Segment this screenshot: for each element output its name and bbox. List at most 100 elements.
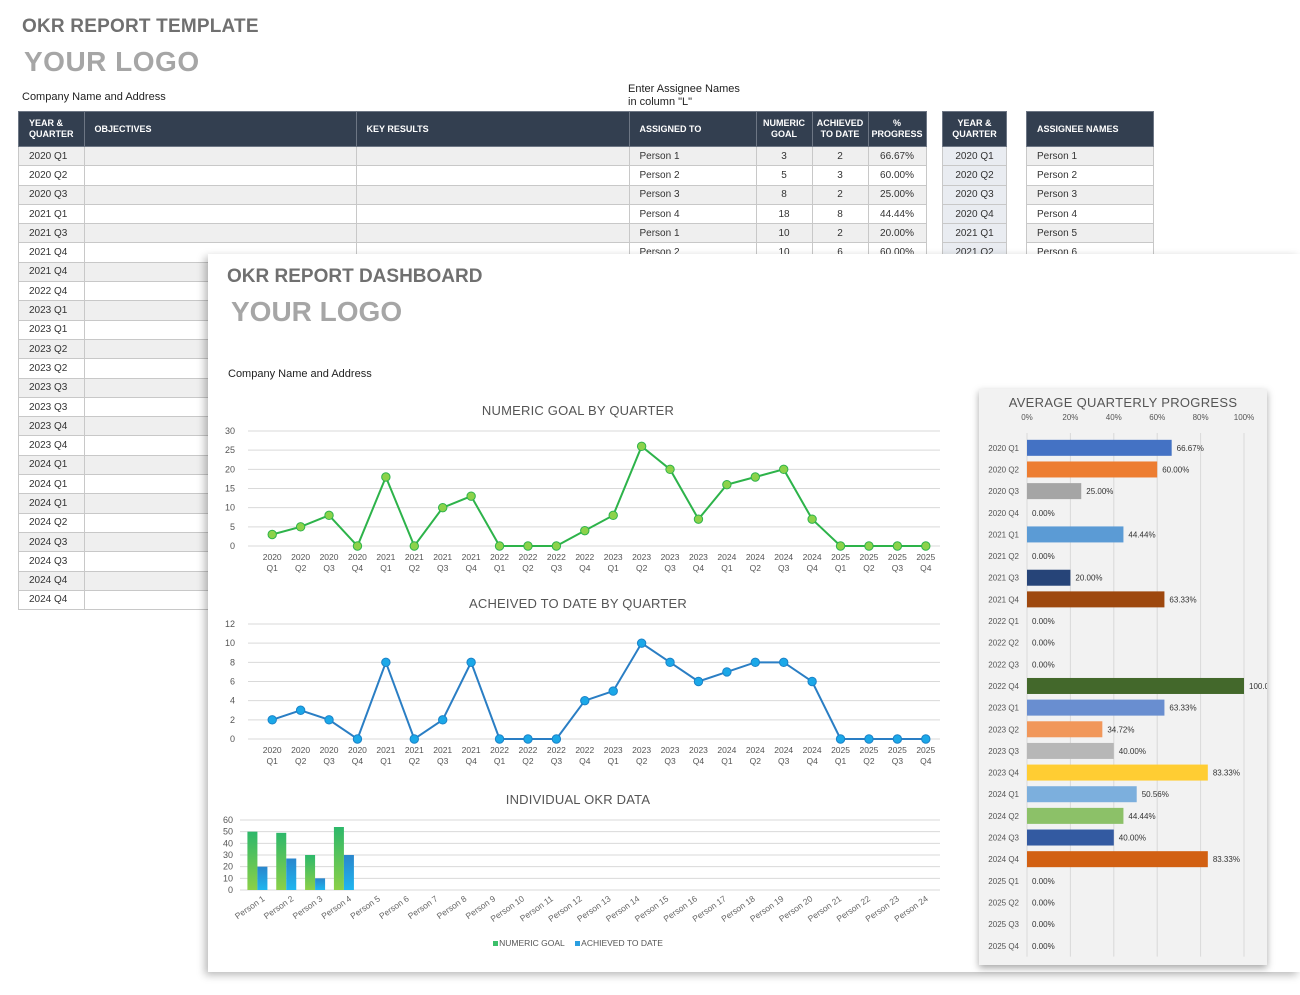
cell-objective[interactable]	[83, 184, 357, 205]
data-point	[324, 510, 334, 521]
cell-assigned-to[interactable]: Person 4	[628, 203, 757, 225]
cell-key-result[interactable]	[355, 145, 630, 167]
cell-year-quarter[interactable]: 2023 Q3	[18, 396, 85, 418]
assignee-note-line2: in column "L"	[628, 96, 693, 108]
cell-year-quarter[interactable]: 2023 Q3	[18, 377, 85, 398]
cell-numeric-goal[interactable]: 3	[755, 145, 813, 167]
col-header-numeric-goal-line1: NUMERIC	[763, 118, 805, 128]
individual-chart-legend: NUMERIC GOAL ACHIEVED TO DATE	[208, 938, 948, 948]
cell-year-quarter[interactable]: 2023 Q1	[18, 300, 85, 321]
cell-year-quarter[interactable]: 2024 Q1	[18, 493, 85, 514]
col-header-achieved[interactable]: ACHIEVED TO DATE	[811, 111, 869, 147]
assignee-name-cell[interactable]: Person 5	[1026, 223, 1154, 244]
cell-objective[interactable]	[83, 145, 357, 167]
cell-year-quarter[interactable]: 2024 Q3	[18, 551, 85, 572]
cell-numeric-goal[interactable]: 10	[755, 223, 813, 244]
col-header-progress[interactable]: % PROGRESS	[867, 111, 927, 147]
cell-key-result[interactable]	[355, 184, 630, 205]
col-header-yq-list[interactable]: YEAR & QUARTER	[942, 111, 1007, 147]
col-header-assigned-to[interactable]: ASSIGNED TO	[628, 111, 757, 147]
category-label: 2021 Q1	[988, 530, 1019, 539]
x-tick-label: Person 8	[435, 893, 469, 921]
yq-list-cell[interactable]: 2020 Q1	[942, 145, 1007, 167]
data-point	[551, 734, 562, 744]
cell-year-quarter[interactable]: 2020 Q3	[18, 184, 85, 205]
yq-list-cell[interactable]: 2021 Q1	[942, 223, 1007, 244]
col-header-objectives[interactable]: OBJECTIVES	[83, 111, 357, 147]
cell-year-quarter[interactable]: 2021 Q4	[18, 261, 85, 283]
cell-year-quarter[interactable]: 2024 Q1	[18, 454, 85, 476]
x-tick-label: 2022 Q3	[547, 745, 566, 766]
cell-progress[interactable]: 25.00%	[867, 184, 927, 205]
yq-list-row: 2020 Q2	[942, 165, 1007, 186]
col-header-assignee-names[interactable]: ASSIGNEE NAMES	[1026, 111, 1154, 147]
cell-progress[interactable]: 44.44%	[867, 203, 927, 225]
cell-year-quarter[interactable]: 2024 Q1	[18, 474, 85, 495]
col-header-yq-list-line1: YEAR &	[957, 118, 992, 128]
dashboard-company-address: Company Name and Address	[228, 368, 372, 380]
cell-assigned-to[interactable]: Person 2	[628, 165, 757, 186]
cell-achieved[interactable]: 3	[811, 165, 869, 186]
cell-achieved[interactable]: 2	[811, 223, 869, 244]
cell-progress[interactable]: 66.67%	[867, 145, 927, 167]
data-point	[750, 657, 760, 668]
cell-year-quarter[interactable]: 2023 Q4	[18, 416, 85, 437]
cell-achieved[interactable]: 2	[811, 145, 869, 167]
y-tick-label: 0	[230, 541, 235, 551]
cell-assigned-to[interactable]: Person 3	[628, 184, 757, 205]
cell-year-quarter[interactable]: 2021 Q3	[18, 223, 85, 244]
col-header-numeric-goal[interactable]: NUMERIC GOAL	[755, 111, 813, 147]
cell-year-quarter[interactable]: 2024 Q4	[18, 570, 85, 591]
cell-year-quarter[interactable]: 2020 Q2	[18, 165, 85, 186]
yq-list-cell[interactable]: 2020 Q4	[942, 203, 1007, 225]
data-point	[835, 541, 846, 551]
assignee-name-cell[interactable]: Person 4	[1026, 203, 1154, 225]
cell-key-result[interactable]	[355, 223, 630, 244]
cell-year-quarter[interactable]: 2024 Q4	[18, 589, 85, 611]
category-label: 2025 Q4	[988, 942, 1019, 951]
cell-assigned-to[interactable]: Person 1	[628, 223, 757, 244]
cell-year-quarter[interactable]: 2021 Q1	[18, 203, 85, 225]
cell-key-result[interactable]	[355, 165, 630, 186]
cell-year-quarter[interactable]: 2023 Q1	[18, 319, 85, 340]
legend-label-goal: NUMERIC GOAL	[499, 938, 565, 948]
dashboard-title: OKR REPORT DASHBOARD	[227, 266, 483, 287]
cell-year-quarter[interactable]: 2022 Q4	[18, 281, 85, 302]
cell-year-quarter[interactable]: 2021 Q4	[18, 242, 85, 263]
cell-year-quarter[interactable]: 2023 Q4	[18, 435, 85, 456]
col-header-key-results[interactable]: KEY RESULTS	[355, 111, 630, 147]
avg-progress-chart-panel: AVERAGE QUARTERLY PROGRESS 0% 20% 40% 60% 80…	[979, 389, 1267, 965]
cell-progress[interactable]: 20.00%	[867, 223, 927, 244]
data-label: 34.72%	[1107, 725, 1134, 734]
yq-list-cell[interactable]: 2020 Q3	[942, 184, 1007, 205]
x-tick-label: 2022 Q4	[575, 745, 594, 766]
cell-achieved[interactable]: 8	[811, 203, 869, 225]
cell-achieved[interactable]: 2	[811, 184, 869, 205]
cell-key-result[interactable]	[355, 203, 630, 225]
x-tick-label: 2022 Q2	[518, 745, 537, 766]
assignee-name-cell[interactable]: Person 1	[1026, 145, 1154, 167]
assignee-name-cell[interactable]: Person 3	[1026, 184, 1154, 205]
data-point	[892, 734, 903, 744]
progress-bar	[1027, 721, 1103, 738]
cell-year-quarter[interactable]: 2024 Q3	[18, 531, 85, 553]
cell-objective[interactable]	[83, 223, 357, 244]
assignee-name-cell[interactable]: Person 2	[1026, 165, 1154, 186]
cell-year-quarter[interactable]: 2023 Q2	[18, 338, 85, 360]
cell-year-quarter[interactable]: 2024 Q2	[18, 512, 85, 533]
cell-numeric-goal[interactable]: 5	[755, 165, 813, 186]
col-header-year-quarter[interactable]: YEAR & QUARTER	[18, 111, 85, 147]
cell-numeric-goal[interactable]: 18	[755, 203, 813, 225]
cell-year-quarter[interactable]: 2023 Q2	[18, 358, 85, 379]
cell-numeric-goal[interactable]: 8	[755, 184, 813, 205]
x-tick-label: Person 1	[233, 893, 267, 921]
yq-list-cell[interactable]: 2020 Q2	[942, 165, 1007, 186]
cell-objective[interactable]	[83, 203, 357, 225]
category-label: 2023 Q4	[988, 769, 1019, 778]
cell-year-quarter[interactable]: 2020 Q1	[18, 145, 85, 167]
cell-assigned-to[interactable]: Person 1	[628, 145, 757, 167]
cell-objective[interactable]	[83, 165, 357, 186]
cell-progress[interactable]: 60.00%	[867, 165, 927, 186]
progress-bar	[1027, 764, 1208, 781]
data-label: 20.00%	[1075, 574, 1102, 583]
